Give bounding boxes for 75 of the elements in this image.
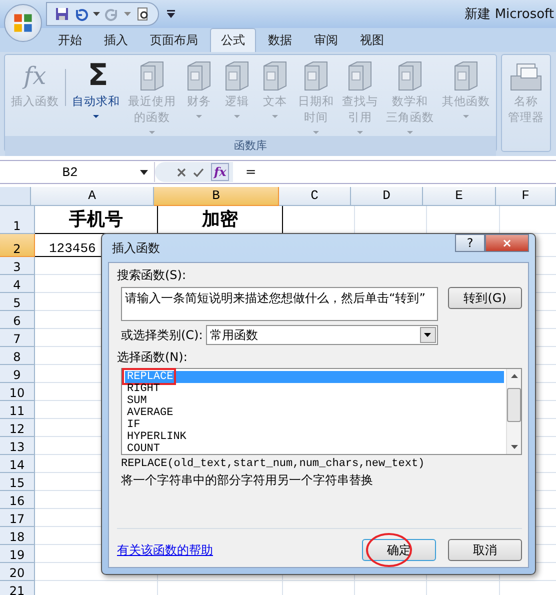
row-header[interactable]: 2 xyxy=(0,234,35,257)
name-box[interactable]: B2 xyxy=(0,162,155,182)
row-header[interactable]: 13 xyxy=(0,437,35,455)
ribbon-button[interactable]: Σ 自动求和 xyxy=(68,57,124,136)
row-header[interactable]: 17 xyxy=(0,509,35,527)
column-header[interactable]: D xyxy=(351,187,423,206)
search-label: 搜索函数(S): xyxy=(117,267,188,284)
cell-text: 加密 xyxy=(202,209,238,233)
help-button[interactable]: ? xyxy=(455,234,485,252)
ribbon-tab[interactable]: 视图 xyxy=(350,28,394,52)
row-header[interactable]: 21 xyxy=(0,581,35,595)
scrollbar[interactable] xyxy=(506,369,521,454)
function-item[interactable]: RIGHT xyxy=(125,383,504,395)
row-header[interactable]: 18 xyxy=(0,527,35,545)
row-header[interactable]: 5 xyxy=(0,293,35,311)
category-label: 或选择类别(C): xyxy=(121,326,203,344)
function-description: 将一个字符串中的部分字符用另一个字符串替换 xyxy=(121,472,374,489)
row-header[interactable]: 4 xyxy=(0,275,35,293)
cancel-icon[interactable] xyxy=(177,168,186,176)
print-preview-icon[interactable] xyxy=(136,7,150,21)
help-link[interactable]: 有关该函数的帮助 xyxy=(117,542,213,558)
dialog-title: 插入函数 xyxy=(111,240,160,256)
customize-caret-icon[interactable] xyxy=(167,10,175,18)
search-field[interactable]: 请输入一条简短说明来描述您想做什么，然后单击“转到” xyxy=(121,287,438,321)
ribbon-tab[interactable]: 数据 xyxy=(258,28,302,52)
row-header[interactable]: 20 xyxy=(0,563,35,581)
group-label: 函数库 xyxy=(5,136,496,156)
logo xyxy=(12,12,34,34)
row-header[interactable]: 16 xyxy=(0,491,35,509)
undo-icon[interactable] xyxy=(74,7,88,21)
column-header[interactable]: F xyxy=(496,187,556,206)
caret-icon xyxy=(424,333,432,337)
row-header[interactable]: 14 xyxy=(0,455,35,473)
ribbon-tab[interactable]: 插入 xyxy=(94,28,138,52)
scroll-down-icon[interactable] xyxy=(510,445,518,449)
column-header[interactable]: A xyxy=(31,187,154,206)
row-header[interactable]: 12 xyxy=(0,419,35,437)
function-item[interactable]: COUNT xyxy=(125,443,504,455)
ribbon-tab[interactable]: 开始 xyxy=(48,28,92,52)
row-header[interactable]: 11 xyxy=(0,401,35,419)
scroll-up-icon[interactable] xyxy=(510,374,518,378)
function-item[interactable]: SUM xyxy=(125,395,504,407)
window-title: 新建 Microsoft xyxy=(464,6,554,23)
ribbon-tab[interactable]: 审阅 xyxy=(304,28,348,52)
function-signature: REPLACE(old_text,start_num,num_chars,new_text) xyxy=(121,458,426,470)
ribbon-tab[interactable]: 页面布局 xyxy=(140,28,208,52)
row-header[interactable]: 7 xyxy=(0,329,35,347)
row-header[interactable]: 19 xyxy=(0,545,35,563)
row-header[interactable]: 9 xyxy=(0,365,35,383)
go-button[interactable]: 转到(G) xyxy=(448,287,522,309)
insert-function-button[interactable]: fx xyxy=(211,163,230,181)
ribbon-tab[interactable]: 公式 xyxy=(210,28,256,52)
column-header[interactable]: C xyxy=(279,187,351,206)
function-item[interactable]: HYPERLINK xyxy=(125,431,504,443)
caret-icon[interactable] xyxy=(93,12,100,16)
formula-field[interactable]: = xyxy=(233,164,556,180)
cell-text: 手机号 xyxy=(69,209,123,233)
dialog-button[interactable]: 确定 xyxy=(362,539,436,561)
check-icon[interactable] xyxy=(193,168,204,176)
cell-text: 123456 xyxy=(49,241,96,256)
row-header[interactable]: 10 xyxy=(0,383,35,401)
category-dropdown[interactable]: 常用函数 xyxy=(206,325,438,345)
function-item[interactable]: AVERAGE xyxy=(125,407,504,419)
save-icon[interactable] xyxy=(55,7,69,21)
column-header[interactable]: B xyxy=(154,187,279,206)
function-item[interactable]: IF xyxy=(125,419,504,431)
row-header[interactable]: 6 xyxy=(0,311,35,329)
row-header[interactable]: 3 xyxy=(0,257,35,275)
row-header[interactable]: 15 xyxy=(0,473,35,491)
function-list-label: 选择函数(N): xyxy=(117,349,188,366)
row-header[interactable]: 8 xyxy=(0,347,35,365)
office-button[interactable] xyxy=(4,4,42,42)
column-header[interactable]: E xyxy=(423,187,496,206)
row-header[interactable]: 1 xyxy=(0,206,35,234)
dialog-button[interactable]: 取消 xyxy=(448,539,522,561)
